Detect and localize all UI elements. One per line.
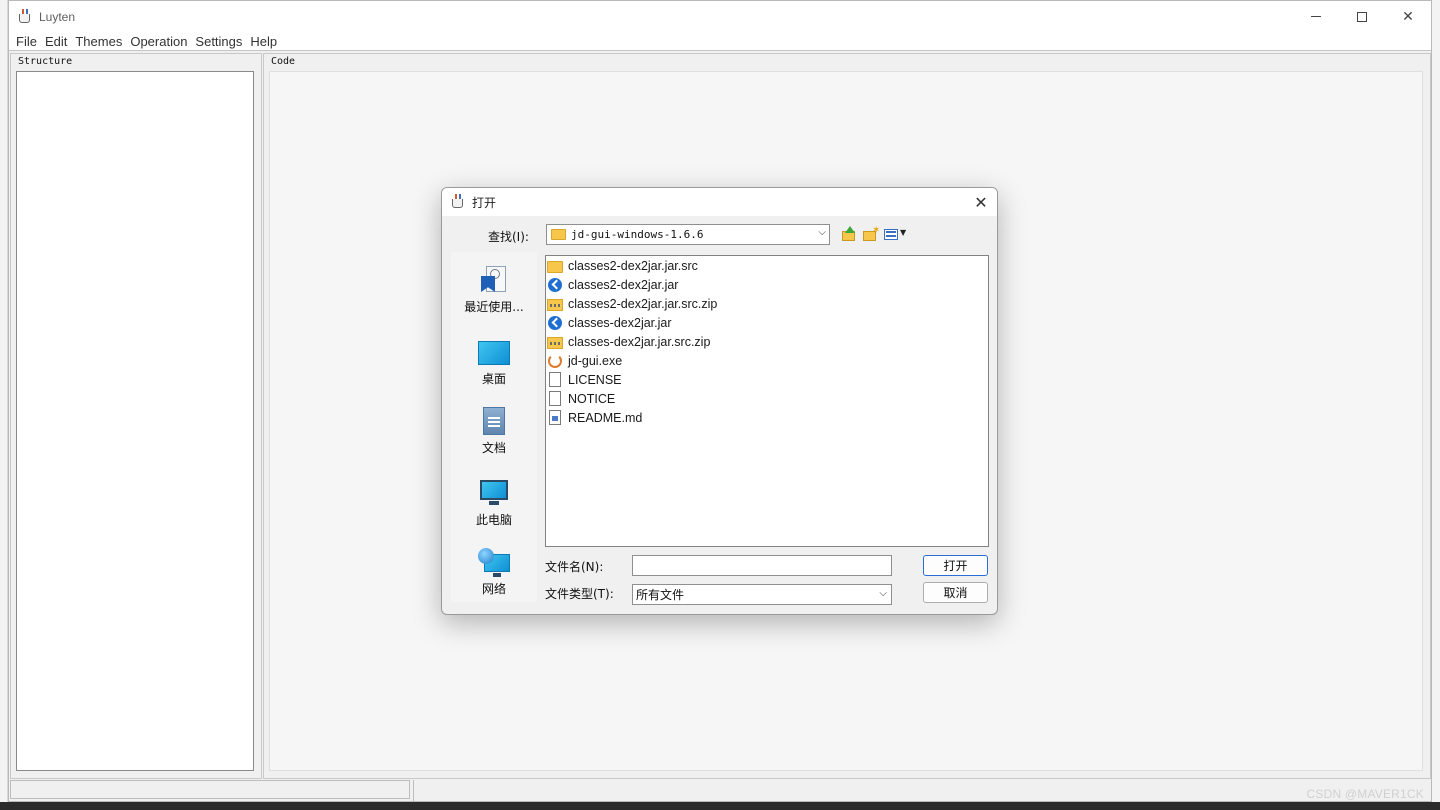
open-file-dialog: 打开 ✕ 查找(I): jd-gui-windows-1.6.6 ⌵ ✶ ▼ 最… [441,187,998,615]
folder-icon [547,260,563,273]
document-file-icon [549,372,561,387]
dialog-titlebar: 打开 ✕ [442,188,997,216]
place-documents[interactable]: 文档 [451,407,537,456]
zip-file-icon [547,336,563,349]
dialog-title: 打开 [472,195,497,210]
place-label: 网络 [481,582,506,596]
file-name: LICENSE [568,372,622,387]
folder-icon [551,229,566,240]
status-bar [10,780,1430,801]
file-name: jd-gui.exe [568,353,623,368]
minimize-icon [1311,16,1321,17]
dialog-close-button[interactable]: ✕ [971,192,991,212]
list-item[interactable]: LICENSE [547,370,622,389]
window-title: Luyten [39,9,76,24]
menu-file[interactable]: File [12,34,41,49]
list-item[interactable]: jd-gui.exe [547,351,622,370]
list-item[interactable]: classes2-dex2jar.jar.src.zip [547,294,717,313]
up-one-level-button[interactable] [841,226,859,243]
place-label: 桌面 [481,372,506,386]
look-in-value: jd-gui-windows-1.6.6 [571,228,704,241]
background-editor-strip-right [1432,0,1440,810]
status-left-field [10,780,410,799]
network-icon [478,548,510,578]
structure-panel-label: Structure [18,56,73,67]
chevron-down-icon: ⌵ [879,588,887,599]
menu-bar: File Edit Themes Operation Settings Help [9,32,1431,51]
markdown-file-icon [549,410,561,425]
file-name: classes2-dex2jar.jar.src.zip [568,296,718,311]
dialog-coffee-icon [450,194,466,210]
chevron-down-icon: ⌵ [818,227,826,238]
list-item[interactable]: classes2-dex2jar.jar.src [547,256,698,275]
status-right-field [413,780,1427,801]
file-type-combo[interactable]: 所有文件 ⌵ [632,584,892,605]
maximize-icon [1357,11,1367,22]
taskbar-strip [0,802,1440,810]
this-pc-icon [478,479,510,509]
look-in-combo[interactable]: jd-gui-windows-1.6.6 ⌵ [546,224,830,245]
place-this-pc[interactable]: 此电脑 [451,479,537,528]
file-name: NOTICE [568,391,616,406]
file-name: README.md [568,410,643,425]
structure-panel: Structure [10,53,262,779]
place-label: 文档 [481,441,506,455]
documents-icon [478,407,510,437]
close-icon: ✕ [974,192,988,212]
jar-file-icon [548,315,562,330]
luyten-coffee-icon [17,8,33,25]
list-item[interactable]: classes-dex2jar.jar.src.zip [547,332,710,351]
place-network[interactable]: 网络 [451,548,537,597]
dropdown-arrow-icon: ▼ [900,228,907,237]
exe-file-icon [548,353,562,368]
new-folder-button[interactable]: ✶ [862,225,881,243]
window-titlebar: Luyten ✕ [9,1,1431,32]
place-recent[interactable]: 最近使用... [451,266,537,315]
code-panel-label: Code [271,56,296,67]
list-item[interactable]: classes2-dex2jar.jar [547,275,678,294]
structure-tree[interactable] [16,71,254,771]
maximize-button[interactable] [1339,1,1385,32]
close-button[interactable]: ✕ [1385,1,1431,32]
zip-file-icon [547,298,563,311]
file-name-input[interactable] [632,555,892,576]
watermark: CSDN @MAVER1CK [1306,787,1424,801]
file-list[interactable]: classes2-dex2jar.jar.src classes2-dex2ja… [545,255,989,547]
jar-file-icon [548,277,562,292]
document-file-icon [549,391,561,406]
up-arrow-icon [845,226,855,233]
view-menu-button[interactable]: ▼ [883,226,907,243]
list-item[interactable]: classes-dex2jar.jar [547,313,672,332]
place-label: 此电脑 [475,513,512,527]
minimize-button[interactable] [1293,1,1339,32]
close-icon: ✕ [1402,8,1414,25]
place-label: 最近使用... [464,300,524,314]
file-type-value: 所有文件 [636,588,685,602]
menu-themes[interactable]: Themes [71,34,126,49]
list-item[interactable]: NOTICE [547,389,615,408]
open-button[interactable]: 打开 [923,555,988,576]
cancel-button[interactable]: 取消 [923,582,988,603]
list-item[interactable]: README.md [547,408,642,427]
sparkle-icon: ✶ [872,225,881,236]
file-name: classes2-dex2jar.jar.src [568,258,698,273]
look-in-label: 查找(I): [488,230,529,244]
file-name: classes2-dex2jar.jar [568,277,679,292]
menu-help[interactable]: Help [246,34,281,49]
desktop-icon [478,338,510,368]
background-editor-strip-left [0,0,8,810]
file-name-label: 文件名(N): [545,560,604,574]
recent-places-icon [478,266,510,296]
menu-edit[interactable]: Edit [41,34,71,49]
list-view-icon [884,229,898,240]
file-name: classes-dex2jar.jar.src.zip [568,334,711,349]
place-desktop[interactable]: 桌面 [451,338,537,387]
menu-settings[interactable]: Settings [191,34,246,49]
file-name: classes-dex2jar.jar [568,315,672,330]
file-type-label: 文件类型(T): [545,587,614,601]
places-bar: 最近使用... 桌面 文档 此电脑 网络 [451,252,537,602]
menu-operation[interactable]: Operation [126,34,191,49]
